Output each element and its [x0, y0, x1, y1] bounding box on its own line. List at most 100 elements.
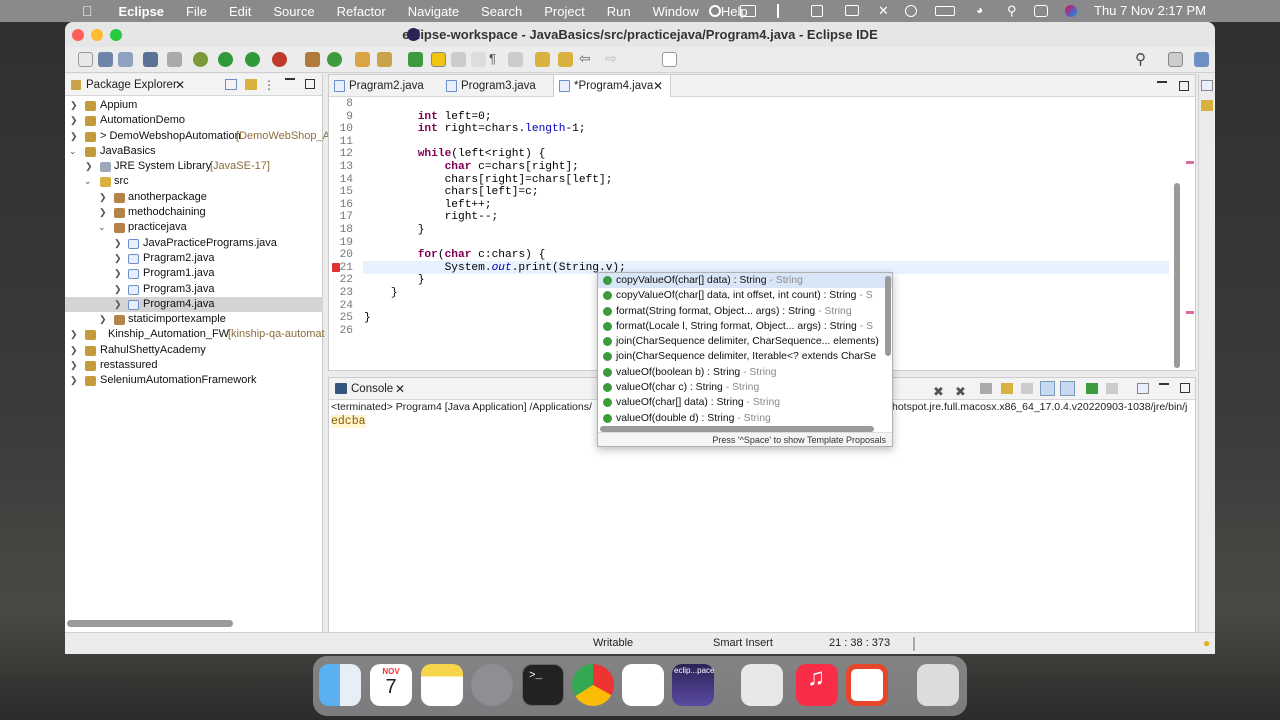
toggle-block-selection-icon[interactable] — [451, 52, 466, 67]
scissors-icon[interactable] — [777, 4, 787, 18]
tip-bulb-icon[interactable]: ● — [1203, 636, 1210, 650]
minimize-window-icon[interactable] — [91, 29, 103, 41]
terminal-app-icon[interactable]: >_ — [522, 664, 564, 706]
prev-edit-icon[interactable] — [535, 52, 550, 67]
display-icon[interactable] — [845, 5, 859, 16]
spotlight-icon[interactable]: ⚲ — [1007, 3, 1017, 19]
error-marker-icon[interactable] — [332, 263, 340, 272]
menu-file[interactable]: File — [186, 4, 207, 19]
menu-search[interactable]: Search — [481, 4, 522, 19]
close-window-icon[interactable] — [72, 29, 84, 41]
calendar-icon[interactable]: NOV 7 — [370, 664, 412, 706]
trash-icon[interactable] — [917, 664, 959, 706]
tree-item-kinship[interactable]: ❯ Kinship_Automation_FW [kinship-qa-automa… — [65, 327, 325, 342]
collapse-all-icon[interactable] — [225, 79, 237, 90]
script-icon[interactable] — [811, 5, 823, 17]
maximize-view-icon[interactable] — [305, 79, 315, 89]
toggle-mark-occurrences-icon[interactable] — [431, 52, 446, 67]
skip-breakpoints-icon[interactable] — [167, 52, 182, 67]
minimize-editor-icon[interactable] — [1157, 81, 1167, 83]
assist-item[interactable]: valueOf(char c) : String - String — [598, 380, 892, 395]
tree-item-program4[interactable]: ❯ Program4.java — [65, 296, 323, 313]
tree-item-staticimportexample[interactable]: ❯ staticimportexample — [65, 312, 323, 327]
maximize-editor-icon[interactable] — [1179, 81, 1189, 91]
mute-icon[interactable]: ✕ — [878, 3, 889, 19]
display-console-icon[interactable] — [1106, 383, 1118, 394]
open-perspective-icon[interactable] — [1168, 52, 1183, 67]
menu-edit[interactable]: Edit — [229, 4, 251, 19]
menu-refactor[interactable]: Refactor — [337, 4, 386, 19]
tree-item-jre-library[interactable]: ❯ JRE System Library [JavaSE-17] — [65, 159, 323, 174]
tree-item-automationdemo[interactable]: ❯ AutomationDemo — [65, 113, 323, 128]
tab-pragram2[interactable]: Pragram2.java — [329, 75, 441, 97]
search-tool-icon[interactable] — [377, 52, 392, 67]
menu-clock[interactable]: Thu 7 Nov 2:17 PM — [1094, 3, 1206, 18]
scroll-lock-icon[interactable] — [980, 383, 992, 394]
explorer-hscrollbar[interactable] — [67, 620, 233, 627]
open-console-icon[interactable] — [1086, 383, 1098, 394]
show-stderr-icon[interactable] — [1060, 381, 1075, 396]
assist-item[interactable]: copyValueOf(char[] data) : String - Stri… — [598, 273, 892, 289]
menu-run[interactable]: Run — [607, 4, 631, 19]
assist-item[interactable]: copyValueOf(char[] data, int offset, int… — [598, 288, 892, 303]
overview-marker[interactable] — [1186, 161, 1194, 164]
assist-vscrollbar[interactable] — [885, 276, 891, 356]
pin-console-icon[interactable] — [1021, 383, 1033, 394]
forward-icon[interactable]: ⇨ — [605, 50, 617, 67]
word-wrap-icon[interactable] — [471, 52, 486, 67]
menu-navigate[interactable]: Navigate — [408, 4, 459, 19]
close-console-icon[interactable]: ✕ — [395, 378, 405, 400]
editor-vscrollbar[interactable] — [1174, 183, 1180, 368]
music-icon[interactable]: ♫ — [796, 664, 838, 706]
assist-item[interactable]: format(String format, Object... args) : … — [598, 304, 892, 319]
tree-item-appium[interactable]: ❯ Appium — [65, 98, 323, 113]
record-icon[interactable] — [709, 5, 721, 17]
tree-item-program1[interactable]: ❯ Program1.java — [65, 266, 323, 281]
chrome-icon[interactable] — [572, 664, 614, 706]
tree-item-practicejava[interactable]: ⌄ practicejava — [65, 220, 323, 235]
app-menu[interactable]: Eclipse — [119, 4, 165, 19]
save-icon[interactable] — [98, 52, 113, 67]
next-annotation-icon[interactable] — [408, 52, 423, 67]
new-console-icon[interactable] — [1137, 383, 1149, 394]
open-type-icon[interactable] — [355, 52, 370, 67]
play-icon[interactable] — [905, 5, 917, 17]
terminal-icon[interactable] — [143, 52, 158, 67]
wifi-icon[interactable]: ◕ — [976, 3, 983, 17]
preview-icon[interactable] — [741, 664, 783, 706]
tree-item-javapracticeprograms[interactable]: ❯ JavaPracticePrograms.java — [65, 236, 323, 251]
tree-item-restassured[interactable]: ❯ restassured — [65, 358, 323, 373]
tree-item-src[interactable]: ⌄ src — [65, 174, 323, 189]
system-settings-icon[interactable] — [471, 664, 513, 706]
notes-icon[interactable] — [421, 664, 463, 706]
tab-program4[interactable]: *Program4.java ✕ — [553, 75, 671, 97]
overview-marker-error[interactable] — [1186, 311, 1194, 314]
assist-item[interactable]: valueOf(boolean b) : String - String — [598, 365, 892, 380]
assist-item[interactable]: join(CharSequence delimiter, Iterable<? … — [598, 349, 892, 364]
pin-editor-icon[interactable] — [662, 52, 677, 67]
tree-item-demowebshop[interactable]: ❯ > DemoWebshopAutomation [DemoWebShop_A — [65, 129, 330, 144]
status-insert-mode[interactable]: Smart Insert — [713, 637, 773, 649]
new-package-icon[interactable] — [327, 52, 342, 67]
word-wrap-console-icon[interactable] — [1001, 383, 1013, 394]
assist-item[interactable]: valueOf(char[] data) : String - String — [598, 395, 892, 410]
tree-item-selenium-framework[interactable]: ❯ SeleniumAutomationFramework — [65, 373, 323, 388]
minimize-console-icon[interactable] — [1159, 383, 1169, 385]
search-icon[interactable]: ⚲ — [1135, 50, 1146, 68]
tree-item-anotherpackage[interactable]: ❯ anotherpackage — [65, 190, 323, 205]
remove-launch-icon[interactable]: ✖ — [933, 381, 944, 403]
tree-item-rahulshetty[interactable]: ❯ RahulShettyAcademy — [65, 343, 323, 358]
view-menu-icon[interactable]: ⋮ — [263, 74, 275, 96]
show-source-icon[interactable] — [508, 52, 523, 67]
assist-item[interactable]: join(CharSequence delimiter, CharSequenc… — [598, 334, 892, 349]
close-tab-icon[interactable]: ✕ — [653, 75, 663, 97]
screen-recorder-icon[interactable] — [846, 664, 888, 706]
menu-source[interactable]: Source — [273, 4, 314, 19]
save-all-icon[interactable] — [118, 52, 133, 67]
back-icon[interactable]: ⇦ — [579, 50, 591, 67]
next-edit-icon[interactable] — [558, 52, 573, 67]
coverage-icon[interactable] — [245, 52, 260, 67]
new-icon[interactable] — [78, 52, 93, 67]
tree-item-program3[interactable]: ❯ Program3.java — [65, 282, 323, 297]
zoom-window-icon[interactable] — [110, 29, 122, 41]
